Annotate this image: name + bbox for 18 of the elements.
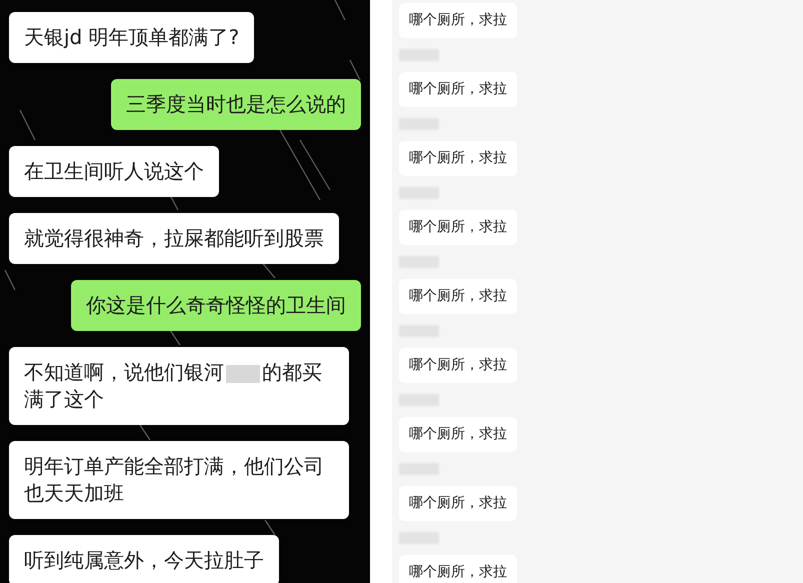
- message-bubble: 就觉得很神奇，拉屎都能听到股票: [9, 213, 339, 264]
- message-bubble: 哪个厕所，求拉: [399, 417, 517, 452]
- message-bubble: 哪个厕所，求拉: [399, 72, 517, 107]
- message-bubble: 你这是什么奇奇怪怪的卫生间: [71, 280, 361, 331]
- message-bubble: 天银jd 明年顶单都满了?: [9, 12, 254, 63]
- message-bubble: 哪个厕所，求拉: [399, 486, 517, 521]
- message-bubble: 哪个厕所，求拉: [399, 141, 517, 176]
- message-bubble: 听到纯属意外，今天拉肚子: [9, 535, 279, 583]
- message-bubble: 明年订单产能全部打满，他们公司也天天加班: [9, 441, 349, 519]
- message-bubble: 在卫生间听人说这个: [9, 146, 219, 197]
- message-bubble: 哪个厕所，求拉: [399, 348, 517, 383]
- message-bubble: 哪个厕所，求拉: [399, 3, 517, 38]
- message-bubble: 三季度当时也是怎么说的: [111, 79, 361, 130]
- redaction-mark: [226, 364, 260, 383]
- message-bubble: 不知道啊，说他们银河 的都买满了这个: [9, 347, 349, 425]
- message-bubble: 哪个厕所，求拉: [399, 210, 517, 245]
- message-bubble: 哪个厕所，求拉: [399, 279, 517, 314]
- message-bubble: 哪个厕所，求拉: [399, 555, 517, 583]
